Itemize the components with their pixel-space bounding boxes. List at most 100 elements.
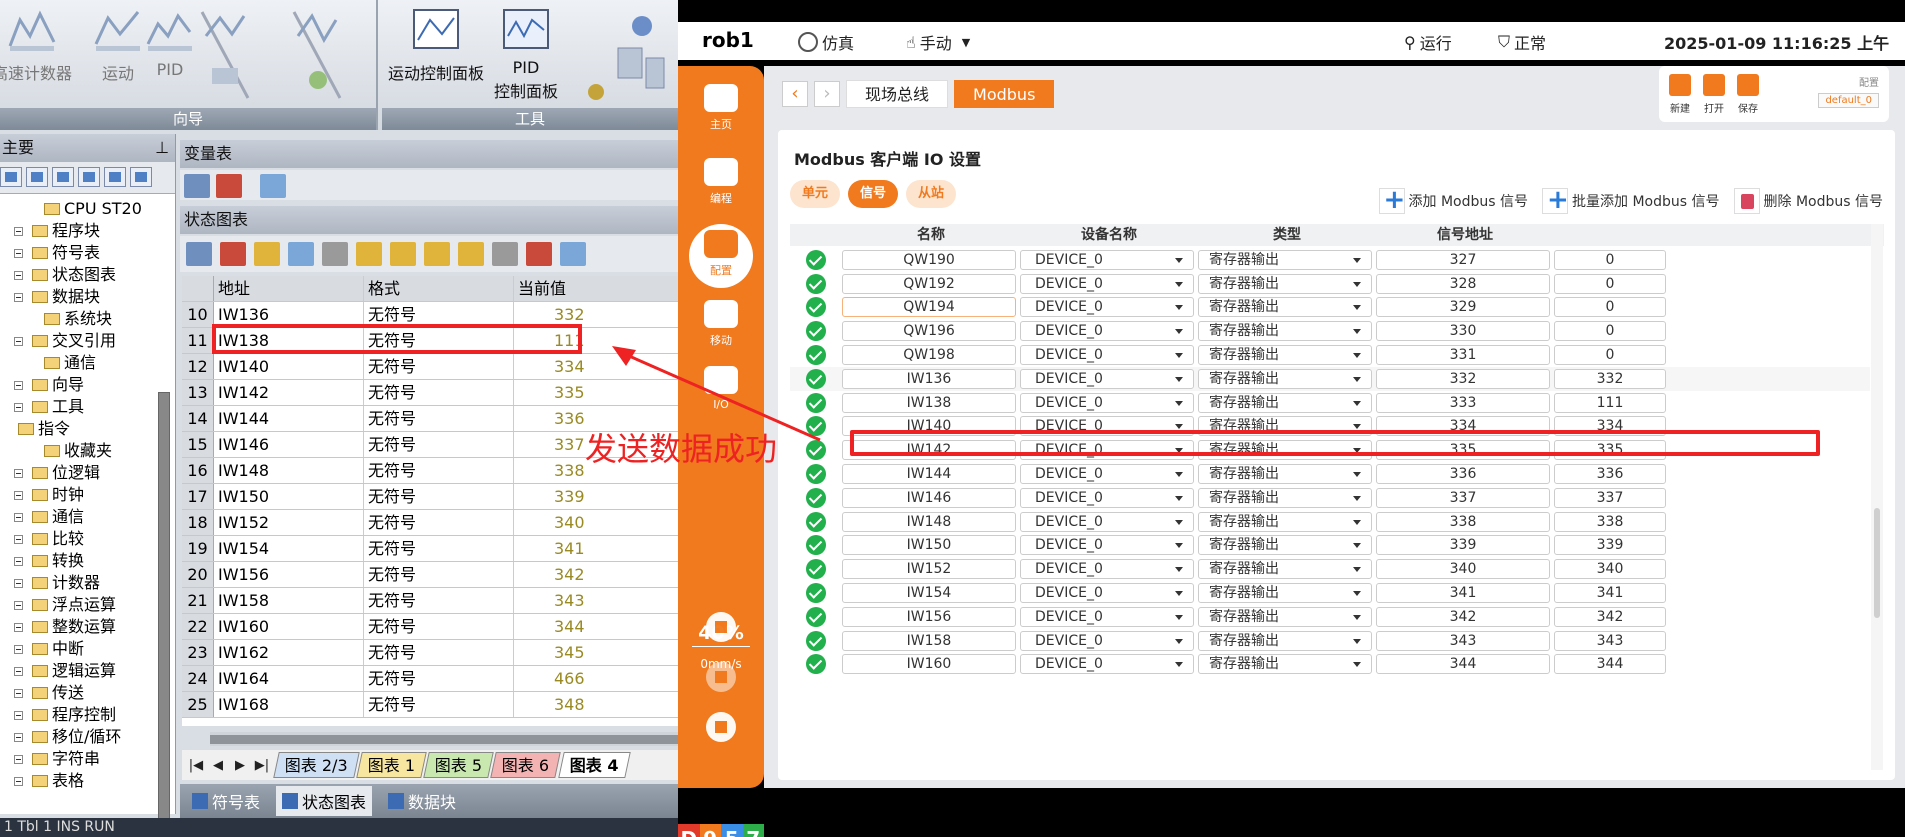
table-row[interactable]: IW154 DEVICE_0 寄存器输出 341 341 [790, 581, 1870, 605]
ribbon-wizard-button-b[interactable] [288, 6, 342, 112]
type-dropdown[interactable]: 寄存器输出 [1198, 321, 1372, 342]
table-cell[interactable]: IW150 [214, 484, 364, 509]
tree-item[interactable]: 程序控制 [0, 704, 175, 726]
export-icon[interactable] [260, 174, 286, 198]
expand-icon[interactable] [14, 579, 23, 588]
signal-name-field[interactable]: QW194 [842, 297, 1016, 318]
ribbon-tools-extra[interactable] [582, 6, 672, 112]
tree-item[interactable]: 符号表 [0, 242, 175, 264]
tree-item[interactable]: CPU ST20 [0, 198, 175, 220]
table-cell[interactable]: 无符号 [364, 406, 514, 431]
trend-icon[interactable] [526, 242, 552, 266]
type-dropdown[interactable]: 寄存器输出 [1198, 511, 1372, 532]
signal-name-field[interactable]: IW150 [842, 535, 1016, 556]
sheet-tab[interactable]: 图表 4 [557, 752, 631, 778]
expand-icon[interactable] [14, 755, 23, 764]
table-row[interactable]: IW152 DEVICE_0 寄存器输出 340 340 [790, 557, 1870, 581]
table-cell[interactable]: 无符号 [364, 536, 514, 561]
current-value-cell[interactable]: 335 [514, 380, 678, 405]
signal-name-field[interactable]: QW192 [842, 273, 1016, 294]
first-sheet-icon[interactable]: |◀ [186, 758, 206, 773]
device-dropdown[interactable]: DEVICE_0 [1020, 583, 1194, 604]
address-field[interactable]: 331 [1376, 345, 1550, 366]
insert-icon[interactable] [186, 242, 212, 266]
expand-icon[interactable] [14, 227, 23, 236]
value-field[interactable]: 336 [1554, 464, 1666, 485]
tree-item[interactable]: 向导 [0, 374, 175, 396]
value-field[interactable]: 0 [1554, 249, 1666, 270]
tree-item[interactable]: 时钟 [0, 484, 175, 506]
table-row[interactable]: 21 IW158 无符号 343 [182, 588, 678, 614]
table-cell[interactable]: 无符号 [364, 588, 514, 613]
table-cell[interactable]: 无符号 [364, 354, 514, 379]
expand-icon[interactable] [14, 249, 23, 258]
nav-item[interactable]: 编程 [678, 158, 764, 206]
current-value-cell[interactable]: 340 [514, 510, 678, 535]
table-cell[interactable]: 无符号 [364, 458, 514, 483]
device-dropdown[interactable]: DEVICE_0 [1020, 487, 1194, 508]
type-dropdown[interactable]: 寄存器输出 [1198, 368, 1372, 389]
table-cell[interactable]: IW164 [214, 666, 364, 691]
table-cell[interactable]: IW158 [214, 588, 364, 613]
table-cell[interactable]: IW144 [214, 406, 364, 431]
table-row[interactable]: 20 IW156 无符号 342 [182, 562, 678, 588]
tree-scrollbar[interactable] [158, 392, 170, 822]
table-row[interactable]: 18 IW152 无符号 340 [182, 510, 678, 536]
signal-name-field[interactable]: QW198 [842, 345, 1016, 366]
current-value-cell[interactable]: 466 [514, 666, 678, 691]
table-cell[interactable]: IW142 [214, 380, 364, 405]
signal-name-field[interactable]: IW152 [842, 559, 1016, 580]
signal-name-field[interactable]: IW144 [842, 464, 1016, 485]
tab-symbol-table[interactable]: 符号表 [186, 786, 266, 816]
table-cell[interactable]: 无符号 [364, 614, 514, 639]
tree-tool-icon[interactable] [26, 167, 48, 187]
address-field[interactable]: 344 [1376, 654, 1550, 675]
open-button[interactable]: 打开 [1703, 73, 1725, 115]
tree-item[interactable]: 指令 [0, 418, 175, 440]
device-dropdown[interactable]: DEVICE_0 [1020, 273, 1194, 294]
table-row[interactable]: IW148 DEVICE_0 寄存器输出 338 338 [790, 510, 1870, 534]
sim-mode-button[interactable]: 仿真 [798, 30, 854, 54]
value-field[interactable]: 339 [1554, 535, 1666, 556]
address-field[interactable]: 339 [1376, 535, 1550, 556]
tree-item[interactable]: 移位/循环 [0, 726, 175, 748]
value-field[interactable]: 0 [1554, 345, 1666, 366]
tree-item[interactable]: 交叉引用 [0, 330, 175, 352]
tree-tool-icon[interactable] [78, 167, 100, 187]
expand-icon[interactable] [14, 293, 23, 302]
table-cell[interactable]: 无符号 [364, 484, 514, 509]
tree-tool-icon[interactable] [130, 167, 152, 187]
table-row[interactable]: QW192 DEVICE_0 寄存器输出 328 0 [790, 272, 1870, 296]
value-field[interactable]: 111 [1554, 392, 1666, 413]
value-field[interactable]: 0 [1554, 273, 1666, 294]
tab-status-chart[interactable]: 状态图表 [276, 786, 373, 816]
type-dropdown[interactable]: 寄存器输出 [1198, 535, 1372, 556]
tree-item[interactable]: 传送 [0, 682, 175, 704]
table-cell[interactable]: IW148 [214, 458, 364, 483]
current-value-cell[interactable]: 348 [514, 692, 678, 717]
device-dropdown[interactable]: DEVICE_0 [1020, 297, 1194, 318]
tree-item[interactable]: 表格 [0, 770, 175, 792]
address-field[interactable]: 340 [1376, 559, 1550, 580]
table-cell[interactable]: IW156 [214, 562, 364, 587]
address-field[interactable]: 337 [1376, 487, 1550, 508]
ribbon-pid-button[interactable]: PID [144, 6, 196, 79]
tree-item[interactable]: 工具 [0, 396, 175, 418]
value-field[interactable]: 332 [1554, 368, 1666, 389]
value-field[interactable]: 0 [1554, 297, 1666, 318]
sheet-tab[interactable]: 图表 2/3 [273, 752, 360, 778]
table-row[interactable]: IW156 DEVICE_0 寄存器输出 342 342 [790, 605, 1870, 629]
sheet-tab[interactable]: 图表 1 [356, 752, 427, 778]
table-row[interactable]: IW136 DEVICE_0 寄存器输出 332 332 [790, 366, 1870, 391]
sheet-tab[interactable]: 图表 5 [423, 752, 495, 778]
table-row[interactable]: QW190 DEVICE_0 寄存器输出 327 0 [790, 248, 1870, 272]
tree-item[interactable]: 浮点运算 [0, 594, 175, 616]
expand-icon[interactable] [14, 689, 23, 698]
next-sheet-icon[interactable]: ▶ [230, 758, 250, 773]
force-icon[interactable] [458, 242, 484, 266]
save-button[interactable]: 保存 [1737, 73, 1759, 115]
manual-mode-dropdown[interactable]: ☝ 手动 ▼ [906, 30, 970, 54]
value-field[interactable]: 344 [1554, 654, 1666, 675]
table-cell[interactable]: IW140 [214, 354, 364, 379]
filter-pill[interactable]: 从站 [906, 180, 957, 208]
